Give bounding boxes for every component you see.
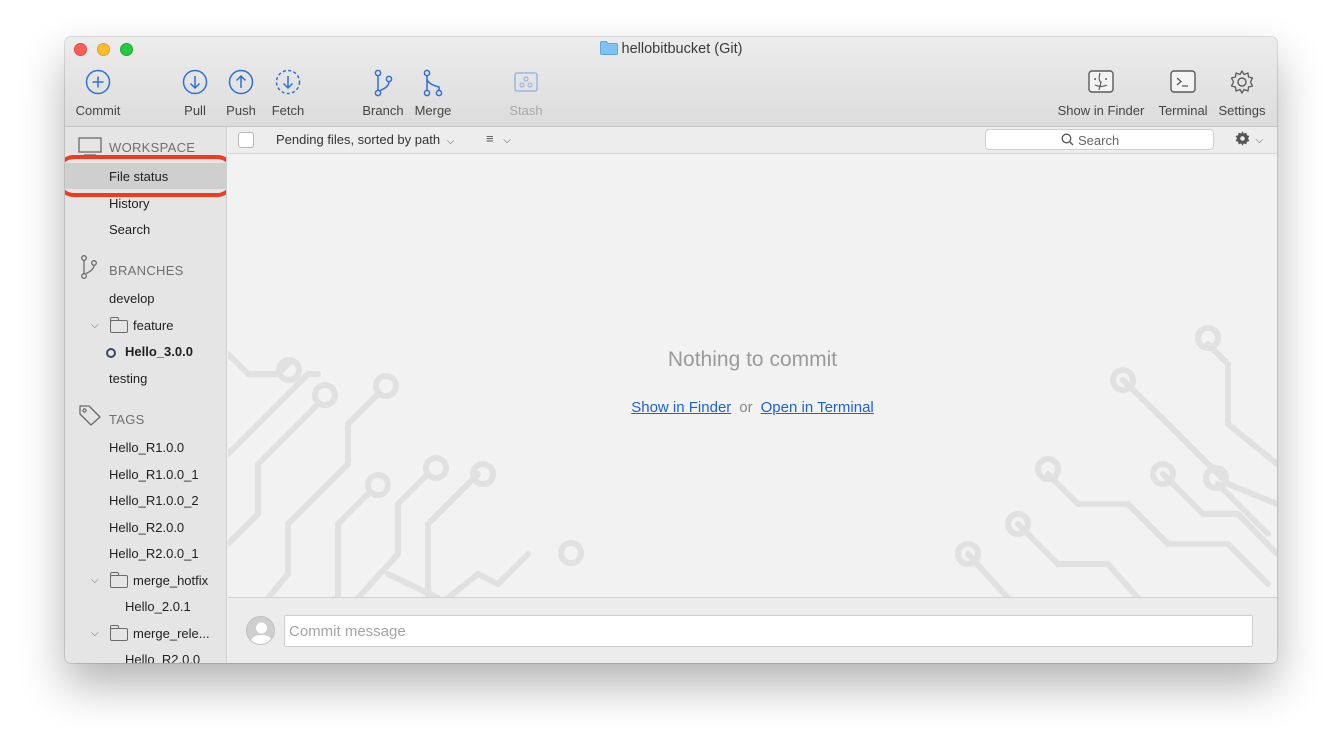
user-silhouette-icon [250,622,273,644]
avatar [246,616,275,645]
sourcetree-window: hellobitbucket (Git) Commit Pull Push Fe [65,37,1277,663]
sidebar-item-tag[interactable]: Hello_R2.0.0 [109,520,184,535]
pending-files-label: Pending files, sorted by path [276,132,441,147]
sidebar: WORKSPACE File status History Search BRA… [65,127,227,663]
file-filter-bar: Pending files, sorted by path ⌵ ≡ ⌵ ⌵ [228,127,1277,154]
sidebar-item-search[interactable]: Search [109,222,150,237]
gear-icon [1215,69,1269,99]
sidebar-item-tag[interactable]: Hello_R2.0.0_1 [109,546,199,561]
sidebar-item-branch-testing[interactable]: testing [109,371,147,386]
annotation-highlight-ring [65,155,226,197]
fetch-dashed-circle-icon [267,69,309,99]
fetch-button[interactable]: Fetch [267,69,309,118]
push-button[interactable]: Push [223,69,259,118]
commit-message-input[interactable] [284,615,1253,647]
tag-icon [78,404,102,431]
merge-label: Merge [414,103,452,118]
arrow-up-circle-icon [223,69,259,99]
sidebar-item-tag[interactable]: Hello_R2.0.0 [125,652,200,663]
empty-state-links: Show in Finder or Open in Terminal [228,399,1277,416]
branches-header: BRANCHES [109,263,184,278]
circuit-background-illustration [228,325,1277,598]
commit-button[interactable]: Commit [73,69,123,118]
sidebar-item-tag[interactable]: Hello_R1.0.0_2 [109,493,199,508]
show-in-finder-label: Show in Finder [1057,103,1145,118]
fetch-label: Fetch [271,103,305,118]
open-in-terminal-link[interactable]: Open in Terminal [761,399,874,416]
chevron-down-icon[interactable]: ⌵ [91,628,99,639]
merge-icon [411,69,455,99]
workspace-header: WORKSPACE [109,140,196,155]
branch-icon [361,69,405,99]
terminal-icon [1155,69,1211,99]
pending-files-sort-dropdown[interactable]: Pending files, sorted by path ⌵ [276,132,454,147]
select-all-checkbox[interactable] [238,132,254,148]
pull-button[interactable]: Pull [177,69,213,118]
merge-button[interactable]: Merge [411,69,455,118]
current-branch-indicator-icon [106,348,116,358]
window-title-text: hellobitbucket (Git) [621,41,743,57]
gear-options-dropdown[interactable]: ⌵ [1234,130,1263,152]
branch-icon [78,254,100,285]
branch-button[interactable]: Branch [361,69,405,118]
plus-circle-icon [73,69,123,99]
sidebar-item-tag-folder-merge-hotfix[interactable]: merge_hotfix [133,573,208,588]
settings-button[interactable]: Settings [1215,69,1269,118]
stash-label: Stash [509,103,543,118]
sidebar-item-branch-folder-feature[interactable]: feature [133,318,173,333]
sidebar-item-branch-current[interactable]: Hello_3.0.0 [125,344,193,359]
folder-icon [109,625,128,641]
list-lines-icon: ≡ [486,131,494,146]
or-separator: or [739,399,753,416]
branch-label: Branch [362,103,404,118]
arrow-down-circle-icon [177,69,213,99]
finder-icon [1055,69,1147,99]
chevron-down-icon: ⌵ [503,135,511,146]
window-title: hellobitbucket (Git) [65,41,1277,59]
sidebar-item-tag-folder-merge-release[interactable]: merge_rele... [133,626,210,641]
file-search-box[interactable] [985,129,1214,150]
chevron-down-icon[interactable]: ⌵ [91,575,99,586]
tags-header: TAGS [109,412,145,427]
sidebar-item-tag[interactable]: Hello_2.0.1 [125,599,191,614]
show-in-finder-button[interactable]: Show in Finder [1055,69,1147,118]
empty-state-title: Nothing to commit [667,348,838,371]
gear-icon [1234,131,1255,151]
sidebar-item-history[interactable]: History [109,196,149,211]
chevron-down-icon[interactable]: ⌵ [91,320,99,331]
chevron-down-icon: ⌵ [446,136,455,147]
sidebar-item-tag[interactable]: Hello_R1.0.0 [109,440,184,455]
chevron-down-icon: ⌵ [1255,135,1264,146]
folder-icon [109,317,128,333]
view-mode-dropdown[interactable]: ≡ ⌵ [486,131,511,146]
push-label: Push [226,103,256,118]
terminal-button[interactable]: Terminal [1155,69,1211,118]
commit-label: Commit [75,103,121,118]
sidebar-item-branch-develop[interactable]: develop [109,291,155,306]
terminal-label: Terminal [1158,103,1208,118]
main-panel: Pending files, sorted by path ⌵ ≡ ⌵ ⌵ [228,127,1277,663]
folder-icon [109,572,128,588]
show-in-finder-link[interactable]: Show in Finder [631,399,731,416]
stash-box-icon [505,69,547,99]
sidebar-item-tag[interactable]: Hello_R1.0.0_1 [109,467,199,482]
toolbar: hellobitbucket (Git) Commit Pull Push Fe [65,37,1277,127]
stash-button[interactable]: Stash [505,69,547,118]
folder-icon [599,41,618,59]
commit-message-area [228,597,1277,663]
pull-label: Pull [184,103,206,118]
settings-label: Settings [1218,103,1266,118]
file-search-input[interactable] [1078,132,1208,148]
search-icon [1061,133,1074,151]
